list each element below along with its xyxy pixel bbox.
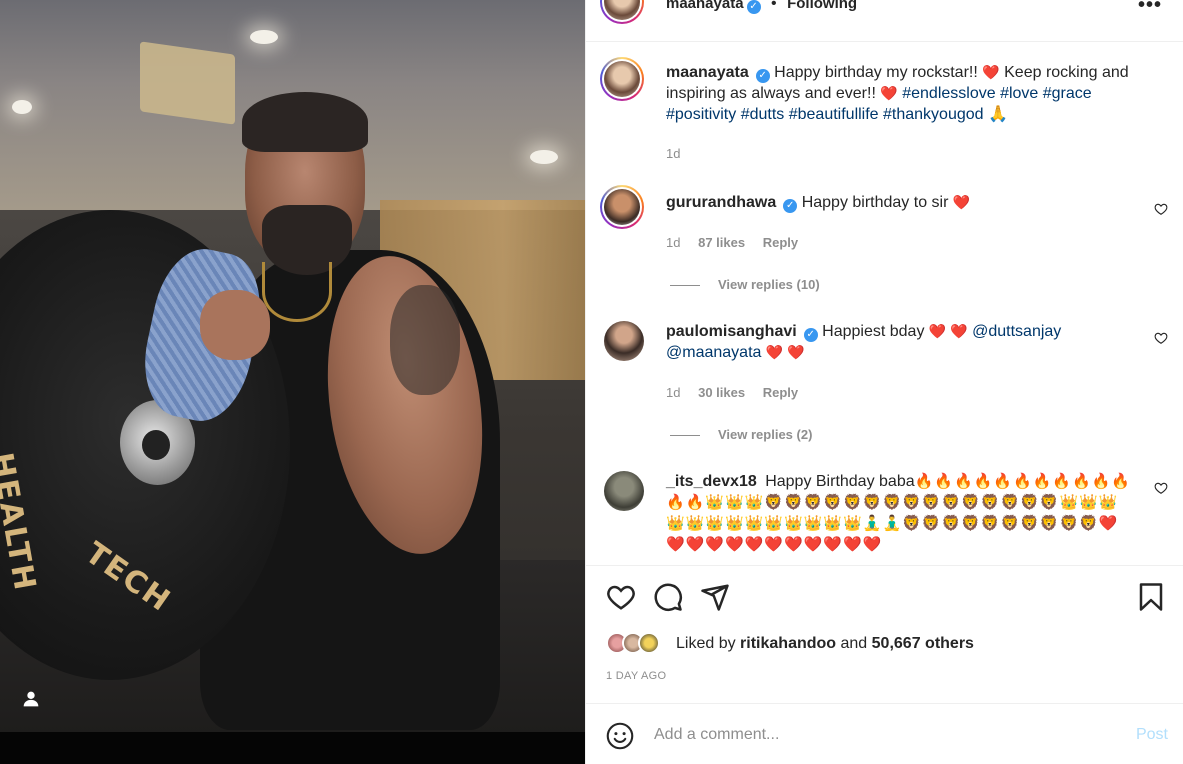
caption-time[interactable]: 1d — [666, 146, 680, 161]
comment-text: gururandhawa ✓ Happy birthday to sir ❤️ — [666, 192, 1156, 213]
like-icon[interactable] — [606, 582, 636, 612]
reply-button[interactable]: Reply — [763, 235, 798, 250]
view-replies-line — [670, 435, 700, 437]
tagged-user-icon[interactable] — [20, 688, 42, 710]
caption-username[interactable]: maanayata — [666, 64, 749, 81]
photo-ac-unit — [140, 41, 235, 125]
likes-prefix: Liked by — [676, 635, 741, 652]
save-icon[interactable] — [1136, 582, 1166, 612]
separator-dot: • — [771, 0, 777, 12]
likes-text: Liked by ritikahandoo and 50,667 others — [676, 635, 974, 653]
view-replies-line — [670, 285, 700, 287]
likes-summary: Liked by ritikahandoo and 50,667 others — [606, 630, 1166, 656]
photo-chain — [262, 262, 332, 322]
share-icon[interactable] — [700, 582, 730, 612]
comment-body: Happy Birthday baba — [765, 473, 915, 490]
more-options-icon[interactable]: ••• — [1138, 0, 1162, 17]
emoji-icon[interactable] — [606, 722, 634, 750]
caption-avatar[interactable] — [600, 57, 644, 101]
reply-button[interactable]: Reply — [763, 385, 798, 400]
caption-text-part: Happy birthday my rockstar!! — [774, 64, 983, 81]
liker-avatar[interactable] — [638, 632, 660, 654]
view-replies-label: View replies (2) — [718, 427, 813, 442]
heart-emoji: ❤️ — [952, 194, 971, 210]
caption-meta: 1d — [666, 146, 694, 161]
photo-person-hair — [242, 92, 368, 152]
header-info: maanayata ✓ • Following — [666, 0, 857, 14]
heart-emoji: ❤️ — [880, 85, 898, 101]
comment-username[interactable]: paulomisanghavi — [666, 323, 797, 340]
photo-bottom-band — [0, 732, 585, 764]
post-time[interactable]: 1 DAY AGO — [606, 670, 666, 682]
view-replies-button[interactable]: View replies (10) — [670, 277, 820, 292]
view-replies-label: View replies (10) — [718, 277, 820, 292]
comment-avatar[interactable] — [604, 471, 644, 511]
comment-like-icon[interactable] — [1154, 331, 1168, 345]
comment-avatar[interactable] — [600, 185, 644, 229]
comment-avatar[interactable] — [604, 321, 644, 361]
photo-lamp — [12, 100, 32, 114]
heart-emoji: ❤️ ❤️ — [928, 323, 968, 339]
comment-meta: 1d 87 likes Reply — [666, 235, 812, 250]
comment-time[interactable]: 1d — [666, 235, 680, 250]
author-avatar[interactable] — [600, 0, 644, 24]
comment-username[interactable]: _its_devx18 — [666, 473, 757, 490]
verified-icon: ✓ — [755, 69, 770, 83]
liker-username[interactable]: ritikahandoo — [740, 635, 836, 652]
caption-text: maanayata ✓ Happy birthday my rockstar!! … — [666, 62, 1156, 125]
photo-plate-hole — [142, 430, 170, 460]
post-header: maanayata ✓ • Following ••• — [586, 0, 1183, 42]
comment-body: Happiest bday — [822, 323, 929, 340]
comment-meta: 1d 30 likes Reply — [666, 385, 812, 400]
comment-likes[interactable]: 87 likes — [698, 235, 745, 250]
heart-emoji: ❤️ ❤️ — [765, 344, 805, 360]
comment-text: paulomisanghavi ✓ Happiest bday ❤️ ❤️ @du… — [666, 321, 1156, 363]
likes-count[interactable]: 50,667 others — [872, 635, 974, 652]
mention-link[interactable]: @duttsanjay — [972, 323, 1061, 340]
comment-body: Happy birthday to sir — [801, 194, 953, 211]
post-photo[interactable]: HEALTH TECH — [0, 0, 585, 764]
pray-emoji: 🙏 — [988, 106, 1008, 123]
mention-link[interactable]: @maanayata — [666, 344, 761, 361]
photo-fist — [200, 290, 270, 360]
comments-list[interactable]: maanayata ✓ Happy birthday my rockstar!! … — [586, 43, 1183, 565]
photo-tattoo — [390, 285, 460, 395]
post-button[interactable]: Post — [1136, 726, 1168, 744]
comment-input[interactable] — [654, 722, 1094, 748]
comment-likes[interactable]: 30 likes — [698, 385, 745, 400]
view-replies-button[interactable]: View replies (2) — [670, 427, 812, 442]
heart-emoji: ❤️ — [982, 64, 1000, 80]
verified-icon: ✓ — [803, 328, 818, 342]
add-comment-bar: Post — [586, 703, 1183, 764]
comment-text: _its_devx18 Happy Birthday baba🔥🔥🔥🔥🔥🔥🔥🔥🔥… — [666, 471, 1136, 555]
post-actions: Liked by ritikahandoo and 50,667 others … — [586, 565, 1183, 703]
comment-username[interactable]: gururandhawa — [666, 194, 776, 211]
following-button[interactable]: Following — [787, 0, 857, 12]
post-panel: maanayata ✓ • Following ••• maanayata ✓ Ha… — [585, 0, 1183, 764]
photo-lamp — [250, 30, 278, 44]
comment-like-icon[interactable] — [1154, 202, 1168, 216]
comment-icon[interactable] — [653, 582, 683, 612]
comment-like-icon[interactable] — [1154, 481, 1168, 495]
verified-icon: ✓ — [783, 199, 798, 213]
author-username[interactable]: maanayata — [666, 0, 744, 12]
likes-mid: and — [836, 635, 872, 652]
comment-time[interactable]: 1d — [666, 385, 680, 400]
photo-lamp — [530, 150, 558, 164]
verified-icon: ✓ — [746, 0, 761, 14]
